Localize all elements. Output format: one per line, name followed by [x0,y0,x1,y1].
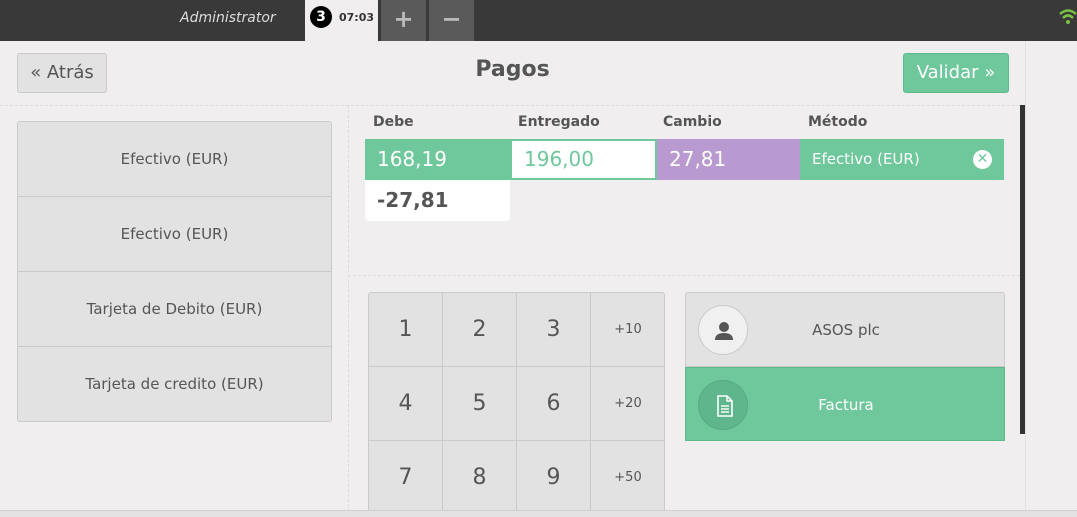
numpad-key-8[interactable]: 8 [443,441,517,513]
add-order-button[interactable]: + [381,0,426,41]
header-tendered: Entregado [518,114,600,130]
header-method: Método [808,114,868,130]
payment-screen: « Atrás Pagos Validar » Efectivo (EUR) E… [0,41,1025,517]
order-tab[interactable]: 3 07:03 [305,0,378,41]
order-time: 07:03 [339,11,375,24]
numpad-key-3[interactable]: 3 [517,293,591,367]
line-tendered-input[interactable]: 196,00 [510,139,657,180]
customer-button[interactable]: ASOS plc [685,292,1005,367]
payment-method-item[interactable]: Efectivo (EUR) [18,122,331,197]
invoice-label: Factura [818,396,874,414]
numpad-key-plus10[interactable]: +10 [591,293,664,367]
payment-method-item[interactable]: Efectivo (EUR) [18,197,331,272]
wifi-icon [1059,9,1077,24]
page-title: Pagos [475,57,550,82]
payment-methods-list: Efectivo (EUR) Efectivo (EUR) Tarjeta de… [17,121,332,422]
remaining-amount: -27,81 [365,180,510,221]
delete-line-icon[interactable]: ✕ [973,150,992,169]
invoice-button[interactable]: Factura [685,367,1005,441]
order-number-badge: 3 [310,6,332,28]
remove-order-button[interactable]: − [429,0,474,41]
numpad-key-6[interactable]: 6 [517,367,591,441]
column-divider [348,105,349,517]
numpad: 1 2 3 +10 4 5 6 +20 7 8 9 +50 [368,292,665,514]
numpad-key-plus50[interactable]: +50 [591,441,664,513]
line-method-label: Efectivo (EUR) [812,150,920,168]
header-due: Debe [373,114,414,130]
line-change-amount: 27,81 [657,139,800,180]
numpad-key-plus20[interactable]: +20 [591,367,664,441]
line-method: Efectivo (EUR) ✕ [800,139,1004,180]
numpad-key-9[interactable]: 9 [517,441,591,513]
section-divider [348,275,1020,276]
payment-method-item[interactable]: Tarjeta de credito (EUR) [18,347,331,421]
header-divider [0,105,1025,106]
payment-method-item[interactable]: Tarjeta de Debito (EUR) [18,272,331,347]
numpad-key-2[interactable]: 2 [443,293,517,367]
validate-button[interactable]: Validar » [903,53,1009,93]
right-panel [1025,41,1077,517]
numpad-key-4[interactable]: 4 [369,367,443,441]
payment-line[interactable]: 168,19 196,00 27,81 Efectivo (EUR) ✕ [365,139,1004,180]
top-bar: Administrator 3 07:03 + − [0,0,1077,41]
customer-name: ASOS plc [812,321,880,339]
username[interactable]: Administrator [180,10,276,26]
bottom-edge [0,510,1077,517]
numpad-key-1[interactable]: 1 [369,293,443,367]
line-due-amount: 168,19 [365,139,510,180]
header-change: Cambio [663,114,722,130]
numpad-key-7[interactable]: 7 [369,441,443,513]
numpad-key-5[interactable]: 5 [443,367,517,441]
